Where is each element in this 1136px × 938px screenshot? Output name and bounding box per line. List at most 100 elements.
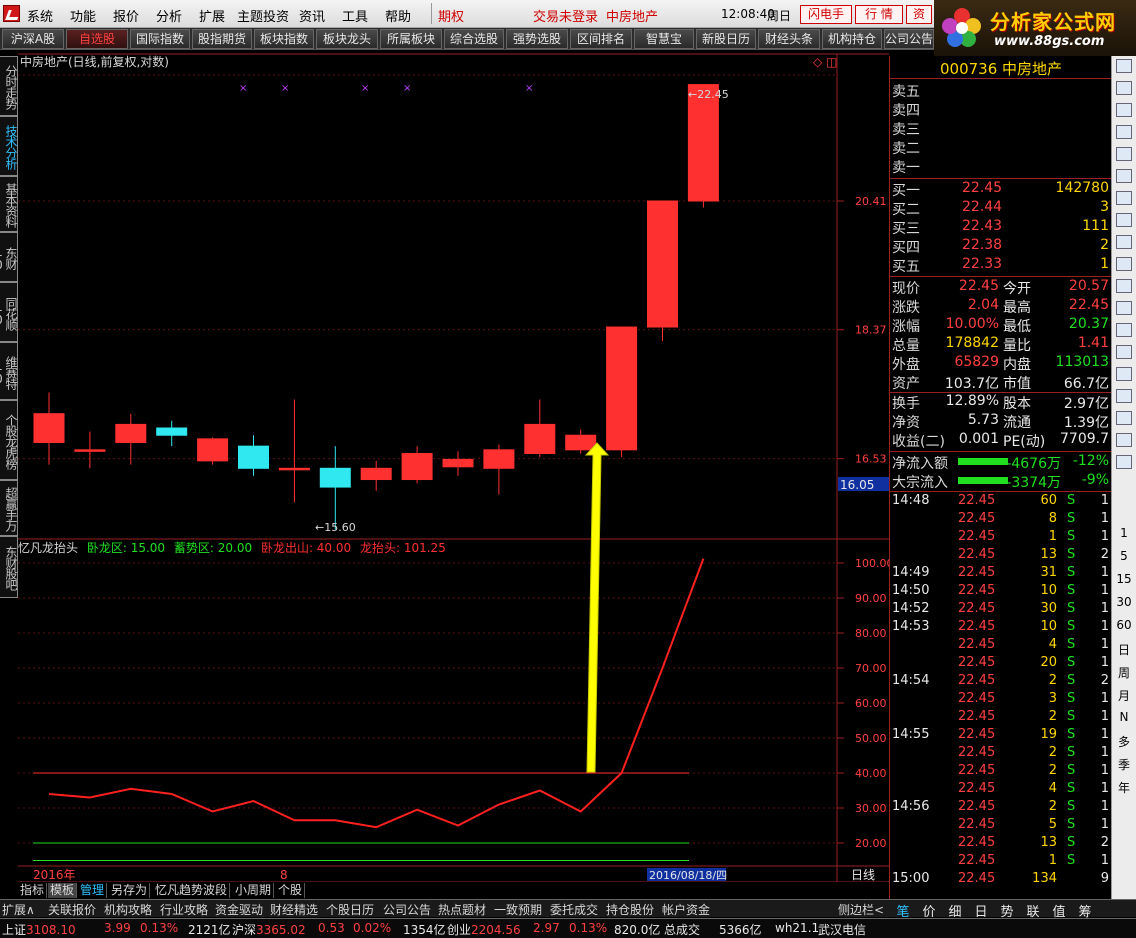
tab-index-futures[interactable]: 股指期货 xyxy=(192,29,252,49)
period-shortcut[interactable]: 日 xyxy=(1112,641,1136,658)
period-shortcut[interactable]: 15 xyxy=(1112,572,1136,586)
tpl-save-as[interactable]: 另存为 xyxy=(109,883,151,898)
vtab-technical[interactable]: 技术分析 xyxy=(0,116,18,176)
vtab-timeshare[interactable]: 分时走势 xyxy=(0,56,18,116)
tab-smart-bao[interactable]: 智慧宝 xyxy=(634,29,694,49)
period-shortcut[interactable]: 月 xyxy=(1112,687,1136,704)
buy-row[interactable]: 买三 22.43 111 xyxy=(890,218,1111,237)
recycle-icon[interactable] xyxy=(1116,455,1132,469)
vtab-eastmoney[interactable]: 东财10 xyxy=(0,232,18,282)
tab-watchlist[interactable]: 自选股 xyxy=(66,29,128,49)
sell-row[interactable]: 卖一 xyxy=(890,157,1111,176)
chart-line-icon[interactable] xyxy=(1116,169,1132,183)
chart-corner-icon[interactable]: ◇ ◫ xyxy=(813,55,837,69)
alert-icon[interactable] xyxy=(1116,367,1132,381)
sell-row[interactable]: 卖三 xyxy=(890,119,1111,138)
function-bar-item[interactable]: 扩展∧ xyxy=(2,901,35,918)
function-bar-item[interactable]: 公司公告 xyxy=(383,901,431,918)
tpl-template[interactable]: 模板 xyxy=(48,883,78,898)
text-icon[interactable] xyxy=(1116,433,1132,447)
cy-index[interactable]: 创业2204.56 xyxy=(447,921,521,938)
tab-sector-leader[interactable]: 板块龙头 xyxy=(316,29,378,49)
period-shortcut[interactable]: 年 xyxy=(1112,779,1136,796)
vtab-weisaite[interactable]: 维赛特10 xyxy=(0,342,18,400)
tab-company-notice[interactable]: 公司公告 xyxy=(884,29,934,49)
tools-icon[interactable] xyxy=(1116,301,1132,315)
arrow-up-icon[interactable] xyxy=(1116,59,1132,73)
period-shortcut[interactable]: 5 xyxy=(1112,549,1136,563)
sell-row[interactable]: 卖二 xyxy=(890,138,1111,157)
period-shortcut[interactable]: N xyxy=(1112,710,1136,724)
pen-icon[interactable] xyxy=(1116,411,1132,425)
login-status[interactable]: 交易未登录 xyxy=(533,6,598,25)
rsi-icon[interactable] xyxy=(1116,345,1132,359)
function-bar-item[interactable]: 帐户资金 xyxy=(662,901,710,918)
market-button[interactable]: 行 情 xyxy=(855,5,903,24)
tab-institution-holdings[interactable]: 机构持仓 xyxy=(822,29,882,49)
tab-ipo-calendar[interactable]: 新股日历 xyxy=(696,29,756,49)
menu-function[interactable]: 功能 xyxy=(70,6,96,25)
period-shortcut[interactable]: 30 xyxy=(1112,595,1136,609)
vtab-dragon-tiger[interactable]: 个股龙虎榜 xyxy=(0,400,18,480)
vtab-tonghuashun[interactable]: 同花顺10 xyxy=(0,282,18,342)
tpl-indicator[interactable]: 指标 xyxy=(18,883,48,898)
tab-hs-a[interactable]: 沪深A股 xyxy=(2,29,64,49)
tab-combo-select[interactable]: 综合选股 xyxy=(444,29,504,49)
period-shortcut[interactable]: 季 xyxy=(1112,756,1136,773)
sell-row[interactable]: 卖五 xyxy=(890,81,1111,100)
function-bar-item[interactable]: 关联报价 xyxy=(48,901,96,918)
period-shortcut[interactable]: 周 xyxy=(1112,664,1136,681)
function-bar-item[interactable]: 热点题材 xyxy=(438,901,486,918)
function-bar-item[interactable]: 资金驱动 xyxy=(215,901,263,918)
flow-row[interactable]: 大宗流入 -3374万 -9% xyxy=(890,472,1111,491)
buy-row[interactable]: 买五 22.33 1 xyxy=(890,256,1111,275)
period-shortcut[interactable]: 60 xyxy=(1112,618,1136,632)
info-button[interactable]: 资 xyxy=(906,5,932,24)
function-bar-item[interactable]: 委托成交 xyxy=(550,901,598,918)
compare-icon[interactable] xyxy=(1116,257,1132,271)
sh-index[interactable]: 上证3108.10 xyxy=(2,921,76,938)
f10-icon[interactable] xyxy=(1116,213,1132,227)
period-label[interactable]: 日线 xyxy=(851,868,875,882)
menu-help[interactable]: 帮助 xyxy=(385,6,411,25)
tpl-yifan-trend[interactable]: 忆凡趋势波段 xyxy=(153,883,231,898)
tpl-small-cycle[interactable]: 小周期 xyxy=(233,883,275,898)
menu-system[interactable]: 系统 xyxy=(27,6,53,25)
menu-options[interactable]: 期权 xyxy=(438,6,464,25)
function-bar-item[interactable]: 行业攻略 xyxy=(160,901,208,918)
buy-row[interactable]: 买四 22.38 2 xyxy=(890,237,1111,256)
function-bar-item[interactable]: 财经精选 xyxy=(270,901,318,918)
finance-icon[interactable] xyxy=(1116,235,1132,249)
sz-index[interactable]: 沪深3365.02 xyxy=(232,921,306,938)
function-bar-item[interactable]: 一致预期 xyxy=(494,901,542,918)
candle-icon[interactable] xyxy=(1116,191,1132,205)
sidebar-toggle[interactable]: 侧边栏< xyxy=(838,901,884,918)
vtab-chaoying[interactable]: 超赢手万 xyxy=(0,480,18,536)
info-icon[interactable] xyxy=(1116,323,1132,337)
grid-icon[interactable] xyxy=(1116,147,1132,161)
function-bar-item[interactable]: 机构攻略 xyxy=(104,901,152,918)
search-icon[interactable] xyxy=(1116,279,1132,293)
function-bar-item[interactable]: 持仓股份 xyxy=(606,901,654,918)
tpl-stock[interactable]: 个股 xyxy=(276,883,306,898)
arrow-down-icon[interactable] xyxy=(1116,81,1132,95)
vtab-guba[interactable]: 东财股吧 xyxy=(0,536,18,598)
tab-range-rank[interactable]: 区间排名 xyxy=(570,29,632,49)
period-shortcut[interactable]: 多 xyxy=(1112,733,1136,750)
function-bar-item[interactable]: 个股日历 xyxy=(326,901,374,918)
tab-finance-headlines[interactable]: 财经头条 xyxy=(758,29,820,49)
menu-news[interactable]: 资讯 xyxy=(299,6,325,25)
sell-row[interactable]: 卖四 xyxy=(890,100,1111,119)
buy-row[interactable]: 买二 22.44 3 xyxy=(890,199,1111,218)
menu-analysis[interactable]: 分析 xyxy=(156,6,182,25)
flash-trade-button[interactable]: 闪电手 xyxy=(800,5,852,24)
list-icon[interactable] xyxy=(1116,125,1132,139)
kline-chart[interactable]: 中房地产(日线,前复权,对数) ◇ ◫ × × × × × 20.41 18.37 16.5… xyxy=(18,53,889,882)
menu-extend[interactable]: 扩展 xyxy=(199,6,225,25)
tab-own-sector[interactable]: 所属板块 xyxy=(380,29,442,49)
move-icon[interactable] xyxy=(1116,389,1132,403)
app-logo-icon[interactable] xyxy=(3,5,20,22)
vtab-fundamentals[interactable]: 基本资料 xyxy=(0,176,18,232)
tab-sector-index[interactable]: 板块指数 xyxy=(254,29,314,49)
menu-theme-invest[interactable]: 主题投资 xyxy=(237,6,289,25)
